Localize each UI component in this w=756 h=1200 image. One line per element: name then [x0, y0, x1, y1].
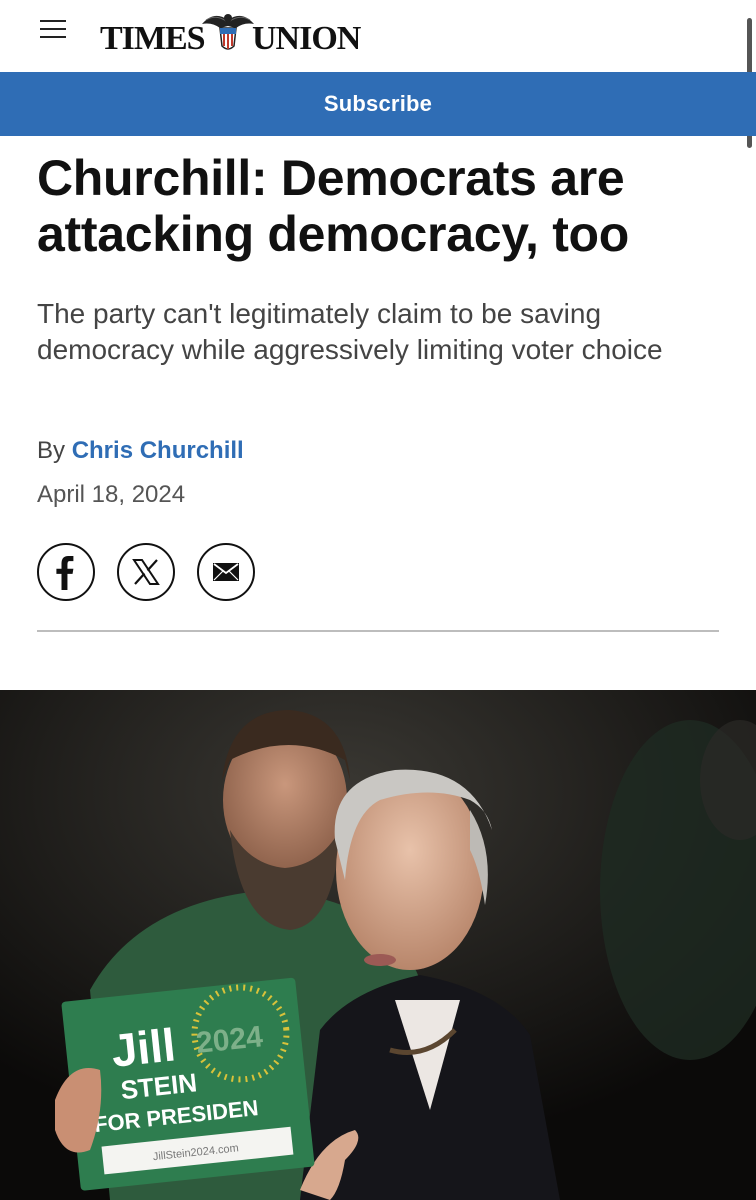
x-icon [132, 559, 160, 585]
article-headline: Churchill: Democrats are attacking democ… [37, 150, 630, 262]
subscribe-label: Subscribe [323, 91, 433, 116]
share-x-button[interactable] [117, 543, 175, 601]
sign-name-1: Jill [109, 1018, 178, 1076]
share-facebook-button[interactable] [37, 543, 95, 601]
byline-prefix: By [37, 437, 66, 464]
subscribe-button[interactable]: Subscribe [0, 72, 756, 136]
byline: By Chris Churchill [37, 437, 244, 465]
eagle-icon [202, 14, 254, 50]
lead-photo[interactable]: Jill 2024 STEIN FOR PRESIDEN JillStein20… [0, 690, 756, 1200]
times-union-logo[interactable]: TIMES UNION [100, 8, 375, 60]
logo-times-text: TIMES [100, 20, 206, 57]
author-link[interactable]: Chris Churchill [72, 437, 244, 464]
hamburger-menu-icon[interactable] [40, 20, 68, 40]
section-divider [37, 630, 719, 632]
site-header: TIMES UNION [0, 0, 756, 148]
share-email-button[interactable] [197, 543, 255, 601]
article-dek: The party can't legitimately claim to be… [37, 298, 663, 365]
sign-year: 2024 [195, 1020, 265, 1060]
email-icon [213, 563, 239, 581]
logo-union-text: UNION [252, 20, 361, 57]
publish-date: April 18, 2024 [37, 481, 186, 508]
facebook-icon [56, 556, 74, 590]
lead-photo-illustration: Jill 2024 STEIN FOR PRESIDEN JillStein20… [0, 690, 756, 1200]
